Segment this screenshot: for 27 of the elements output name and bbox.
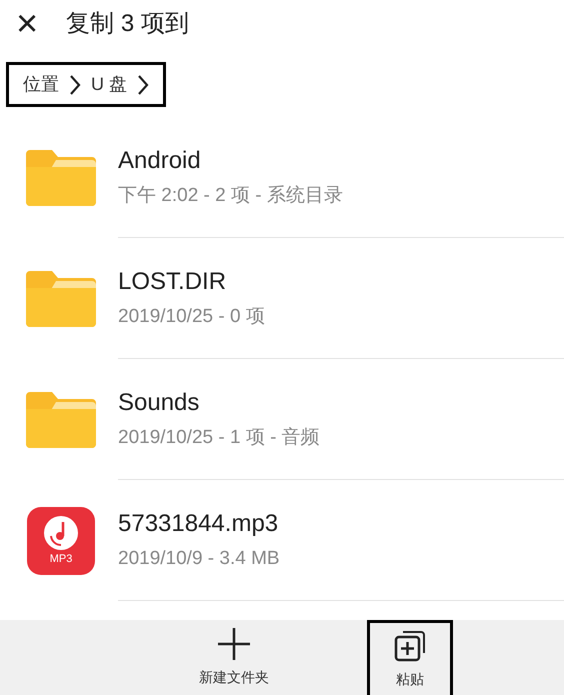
file-row[interactable]: MP3 57331844.mp3 2019/10/9 - 3.4 MB [0, 480, 564, 601]
close-button[interactable]: × [16, 5, 38, 43]
toolbar-button[interactable]: 新建文件夹 [191, 620, 277, 695]
icon-label: MP3 [50, 554, 72, 565]
folder-icon [26, 270, 96, 326]
file-name: LOST.DIR [118, 267, 228, 298]
breadcrumb-item[interactable]: U 盘 [91, 71, 127, 98]
toolbar-button[interactable]: 粘贴 [367, 620, 453, 695]
file-details: 2019/10/9 - 3.4 MB [118, 547, 281, 571]
chevron-right-icon [137, 74, 149, 96]
breadcrumb-item[interactable]: 位置 [23, 71, 59, 98]
file-name: Android [118, 146, 202, 176]
folder-icon [26, 150, 96, 206]
file-name: 57331844.mp3 [118, 509, 280, 540]
file-row[interactable]: LOST.DIR 2019/10/25 - 0 项 [0, 238, 564, 359]
file-row[interactable]: Android 下午 2:02 - 2 项 - 系统目录 [0, 117, 564, 238]
file-row[interactable]: Sounds 2019/10/25 - 1 项 - 音频 [0, 359, 564, 480]
file-name: Sounds [118, 388, 200, 418]
chevron-right-icon [69, 74, 81, 96]
music-note-icon [44, 516, 78, 550]
file-details: 2019/10/25 - 0 项 [118, 305, 266, 329]
file-details: 下午 2:02 - 2 项 - 系统目录 [118, 184, 344, 208]
plus-icon [217, 627, 251, 661]
file-details: 2019/10/25 - 1 项 - 音频 [118, 426, 321, 450]
stacked-plus-icon [393, 628, 427, 662]
folder-icon [26, 392, 96, 448]
page-title: 复制 3 项到 [66, 9, 189, 39]
